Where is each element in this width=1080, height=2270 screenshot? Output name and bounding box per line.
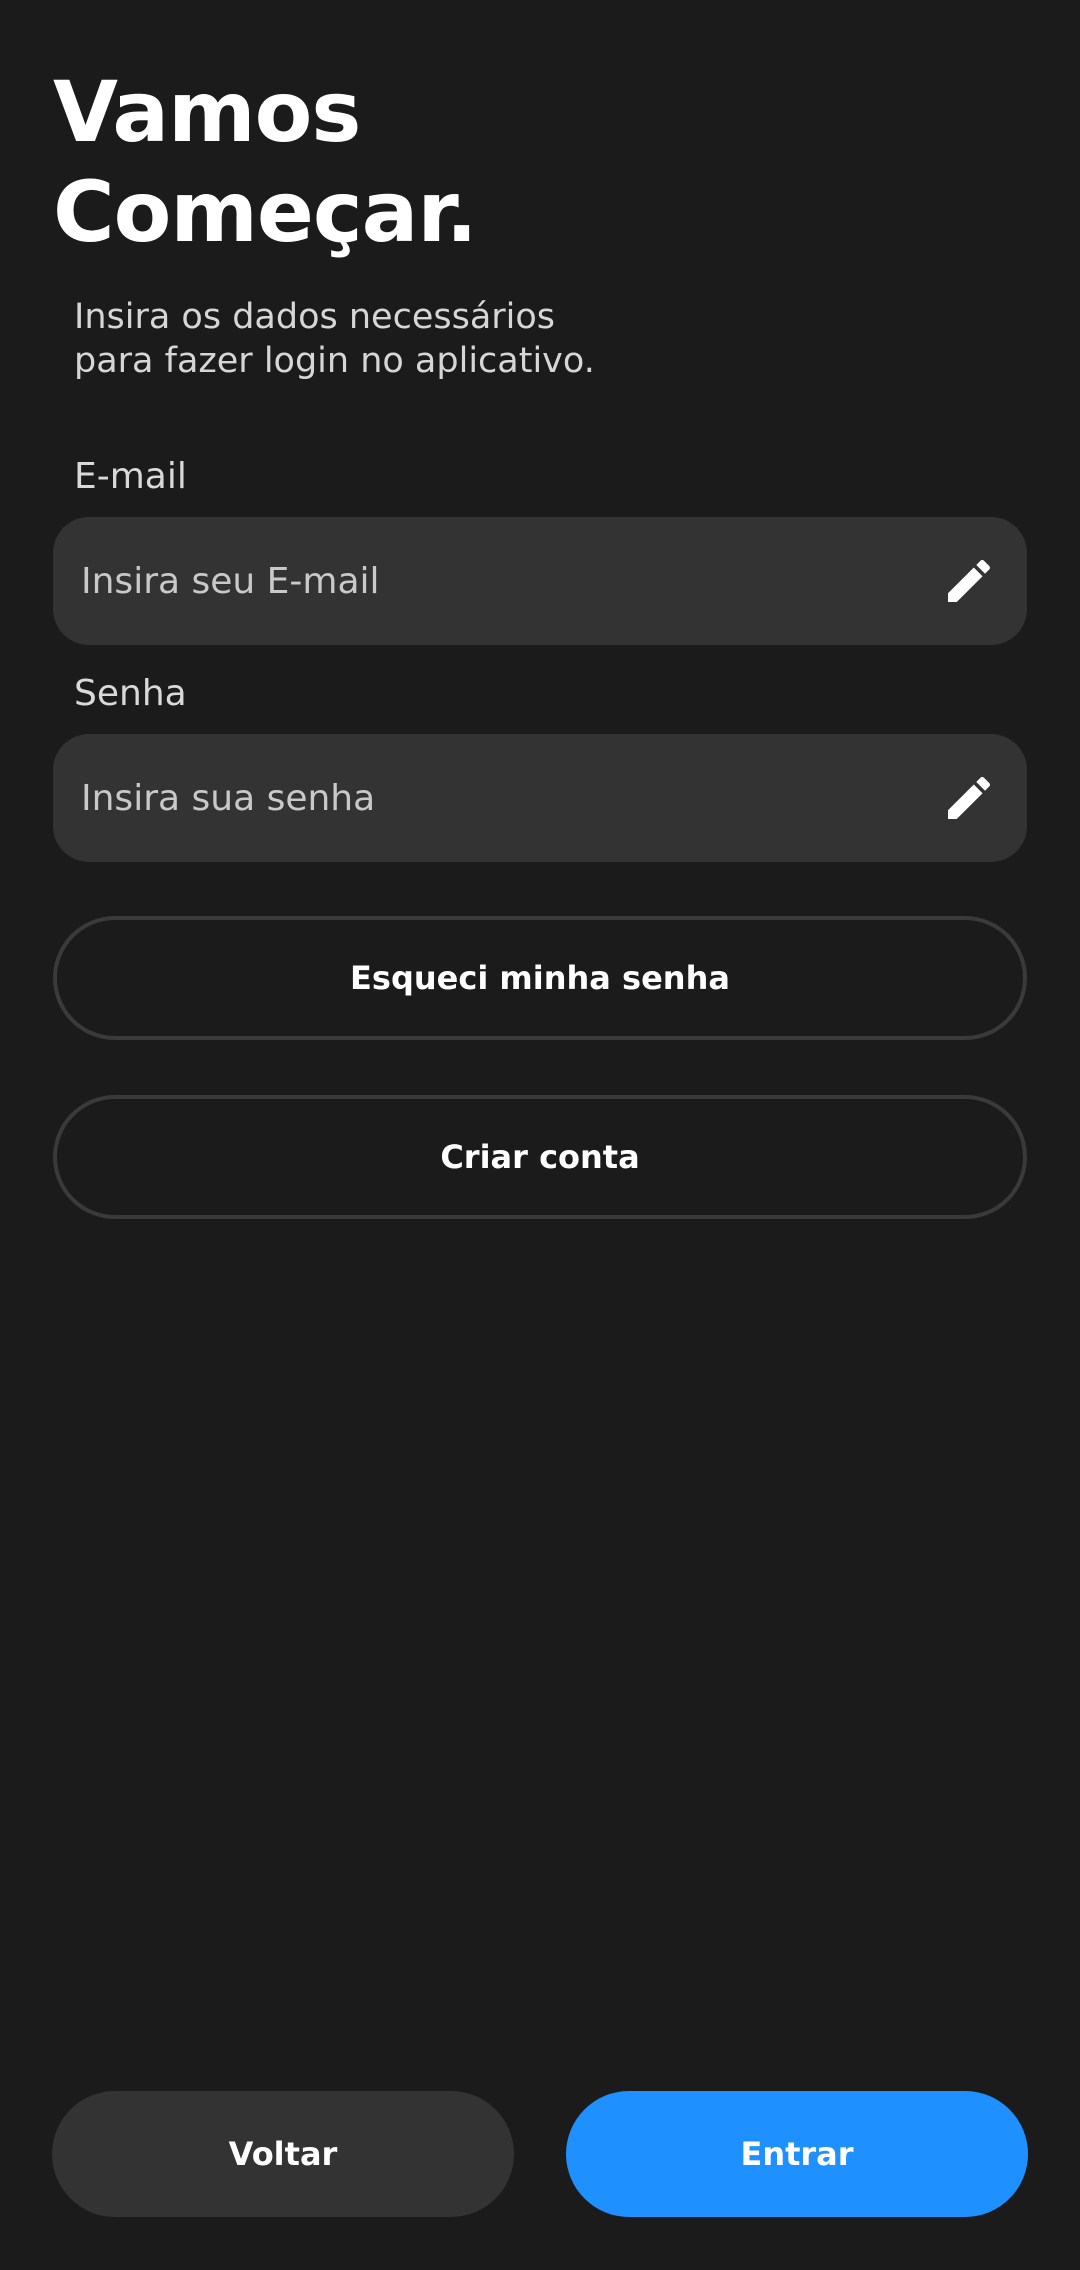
subtitle-line-1: Insira os dados necessários — [74, 297, 556, 337]
back-button[interactable]: Voltar — [52, 2091, 514, 2217]
enter-button[interactable]: Entrar — [566, 2091, 1028, 2217]
email-label: E-mail — [74, 456, 187, 497]
pencil-edit-icon[interactable] — [941, 553, 997, 609]
create-account-button[interactable]: Criar conta — [53, 1095, 1027, 1219]
password-label: Senha — [74, 673, 187, 714]
subtitle-line-2: para fazer login no aplicativo. — [74, 341, 595, 381]
email-field[interactable] — [81, 517, 901, 645]
email-field-container[interactable] — [53, 517, 1027, 645]
title-line-1: Vamos — [53, 63, 361, 161]
pencil-edit-icon[interactable] — [941, 770, 997, 826]
forgot-password-button[interactable]: Esqueci minha senha — [53, 916, 1027, 1040]
password-field[interactable] — [81, 734, 901, 862]
password-field-container[interactable] — [53, 734, 1027, 862]
page-subtitle: Insira os dados necessários para fazer l… — [74, 295, 595, 383]
page-title: Vamos Começar. — [53, 62, 478, 262]
title-line-2: Começar. — [53, 163, 478, 261]
